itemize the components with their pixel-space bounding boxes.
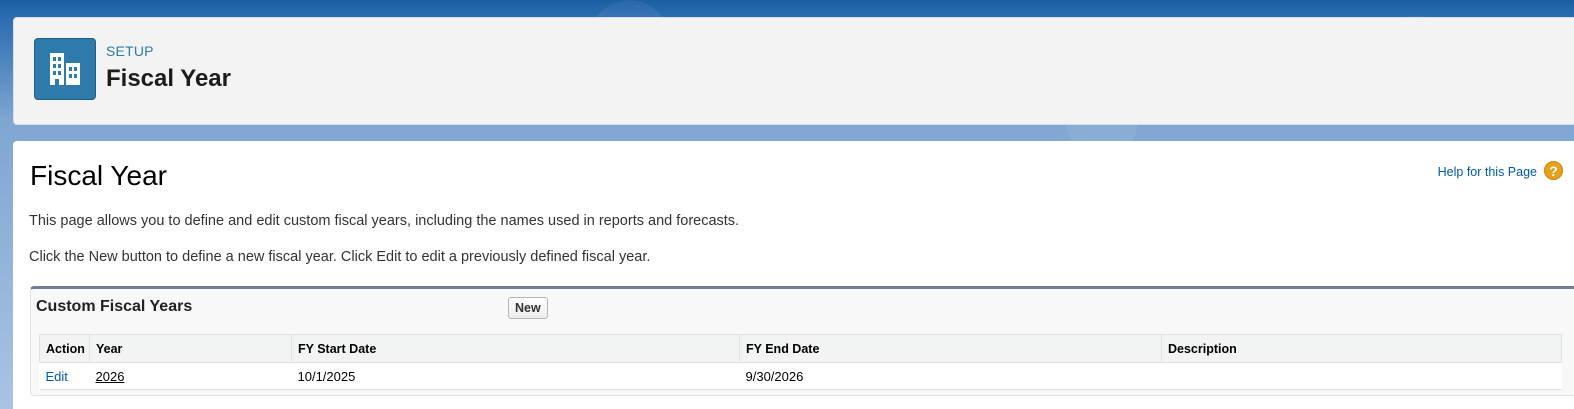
column-header-year: Year — [89, 334, 292, 363]
column-header-description: Description — [1161, 334, 1562, 363]
setup-header: SETUP Fiscal Year — [13, 17, 1574, 125]
action-cell: Edit — [39, 362, 90, 390]
fy-end-date-cell: 9/30/2026 — [739, 362, 1162, 390]
header-eyebrow: SETUP — [106, 43, 154, 59]
page-title: Fiscal Year — [30, 160, 167, 191]
header-title: Fiscal Year — [106, 65, 231, 92]
new-button[interactable]: New — [508, 297, 548, 319]
column-header-fy-start-date: FY Start Date — [291, 334, 740, 363]
description-cell — [1161, 362, 1562, 390]
page-instructions: Click the New button to define a new fis… — [29, 249, 651, 265]
help-icon[interactable]: ? — [1544, 161, 1563, 180]
main-content: Fiscal Year Help for this Page ? This pa… — [13, 141, 1574, 409]
table-header-row: Action Year FY Start Date FY End Date De… — [39, 334, 1562, 363]
fiscal-years-table: Action Year FY Start Date FY End Date De… — [39, 334, 1562, 390]
help-link[interactable]: Help for this Page — [1438, 165, 1537, 179]
building-icon — [34, 38, 96, 100]
building-icon-graphic — [50, 53, 80, 85]
page-description: This page allows you to define and edit … — [29, 213, 740, 229]
fy-start-date-cell: 10/1/2025 — [291, 362, 740, 390]
column-header-action: Action — [39, 334, 90, 363]
year-link[interactable]: 2026 — [96, 369, 125, 384]
edit-link[interactable]: Edit — [46, 369, 68, 384]
section-title: Custom Fiscal Years — [36, 298, 193, 315]
table-row: Edit 2026 10/1/2025 9/30/2026 — [39, 362, 1562, 390]
column-header-fy-end-date: FY End Date — [739, 334, 1162, 363]
custom-fiscal-years-section: Custom Fiscal Years New Action Year FY S… — [30, 286, 1574, 396]
year-cell: 2026 — [89, 362, 292, 390]
